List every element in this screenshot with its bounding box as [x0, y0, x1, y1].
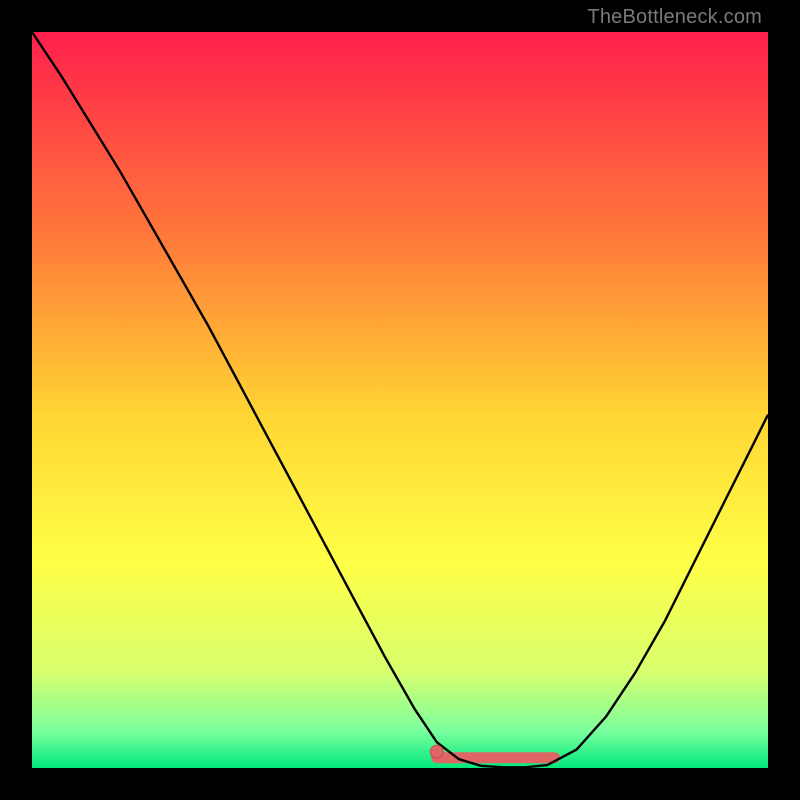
optimal-marker-dot	[430, 745, 443, 758]
chart-frame	[32, 32, 768, 768]
watermark-text: TheBottleneck.com	[587, 6, 762, 29]
gradient-background	[32, 32, 768, 768]
bottleneck-chart	[32, 32, 768, 768]
